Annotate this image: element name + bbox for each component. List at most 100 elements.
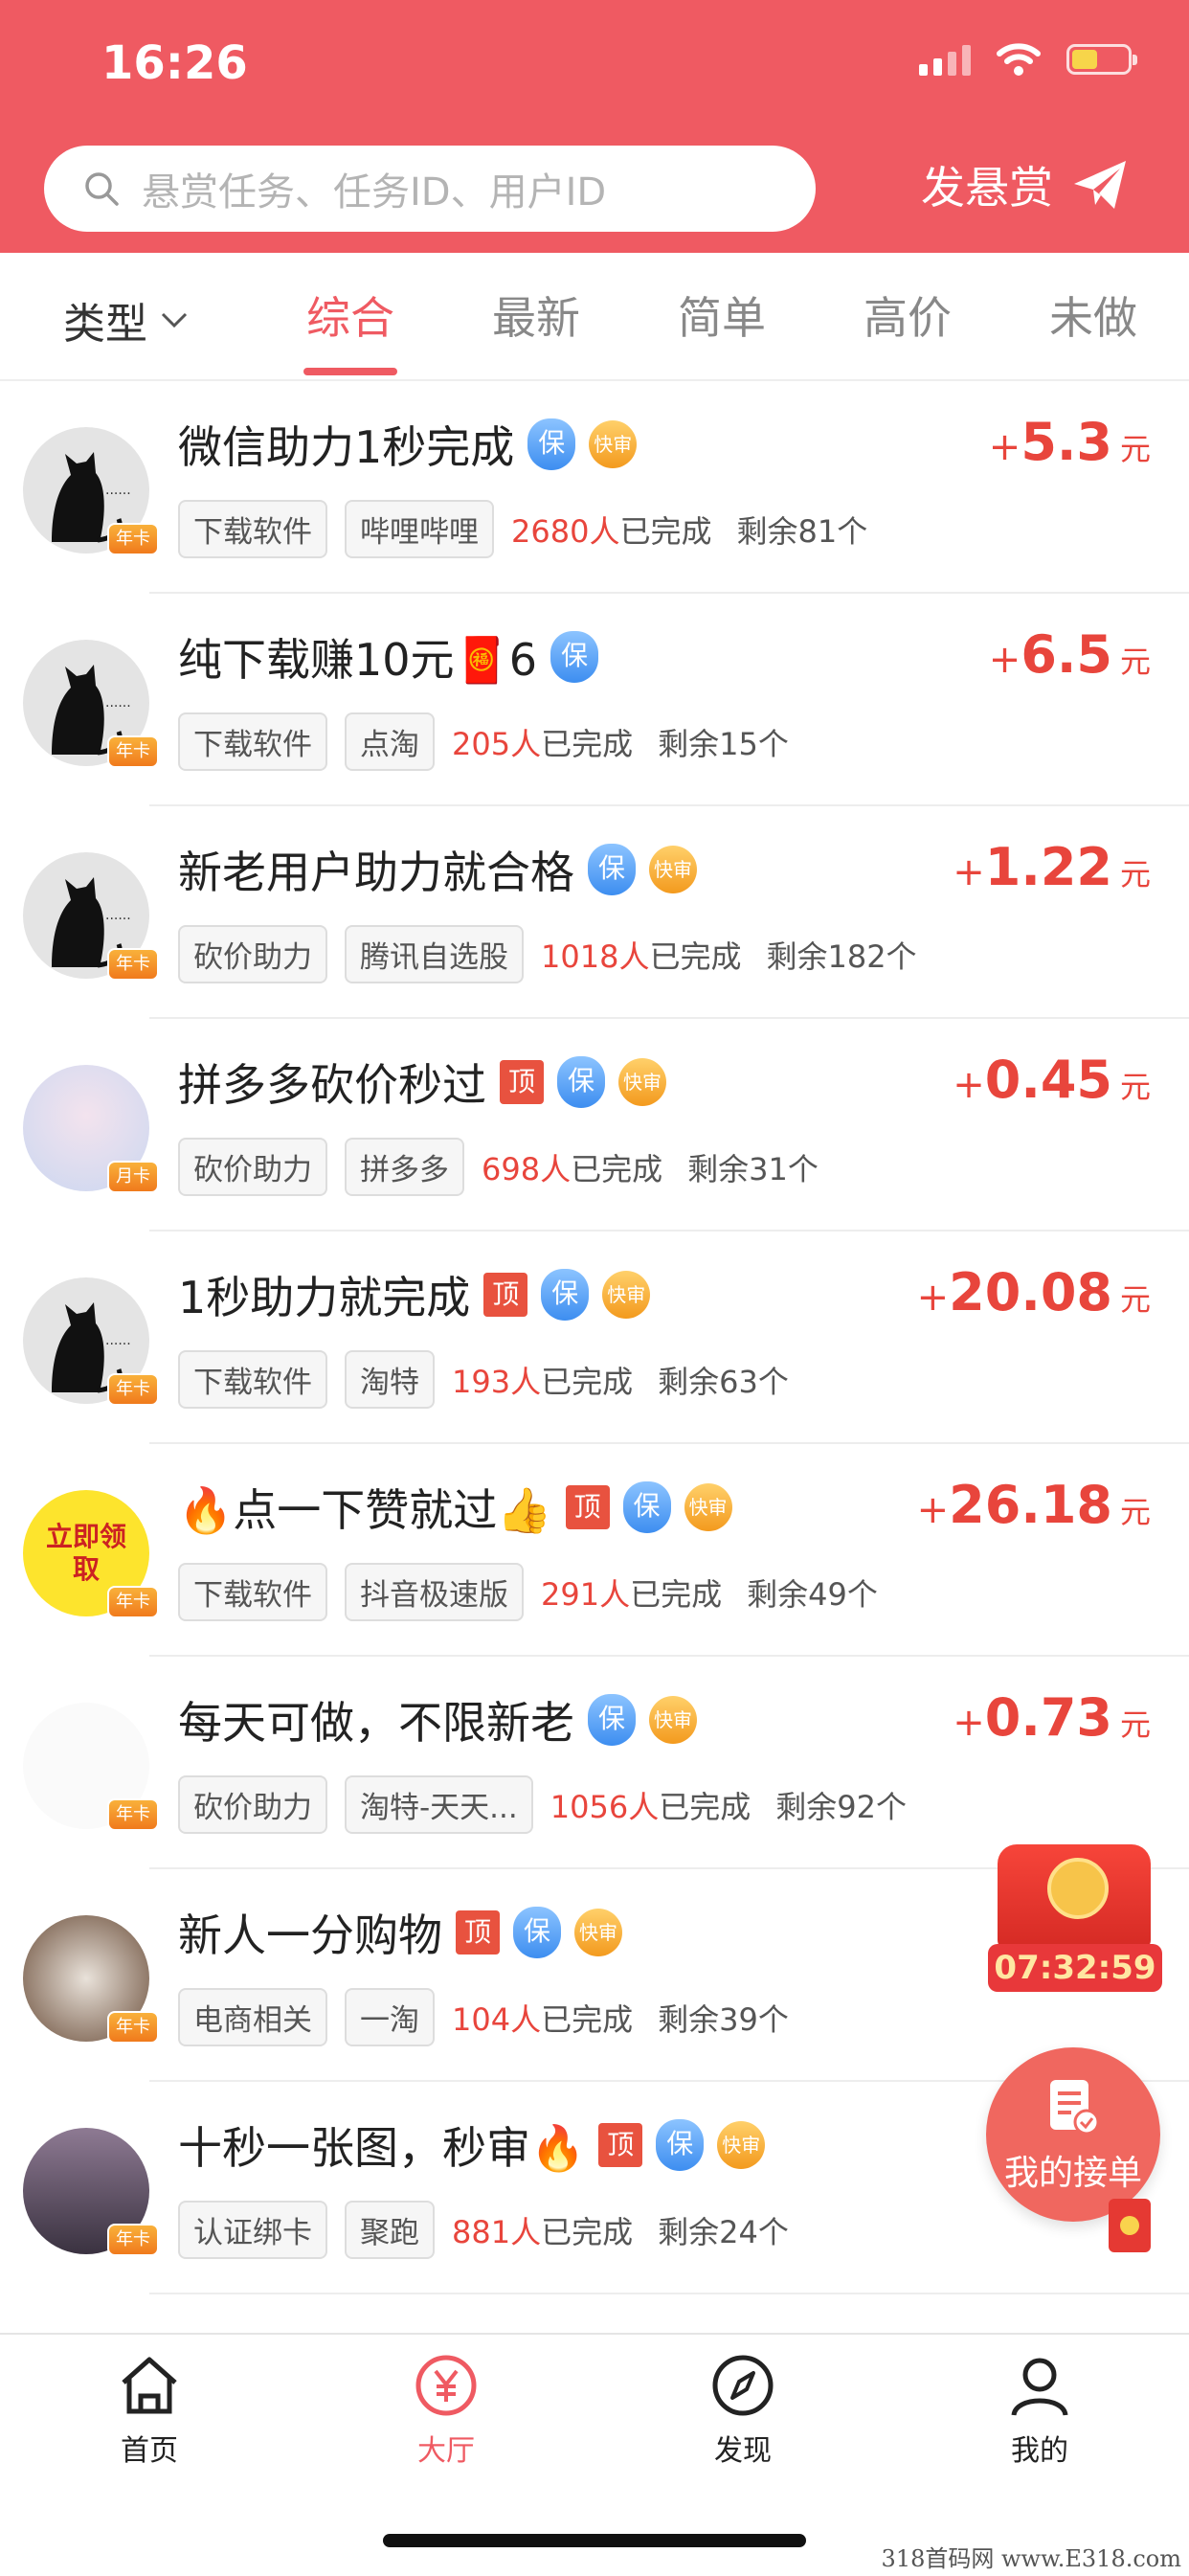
reward-unit: 元	[1119, 856, 1151, 893]
search-input[interactable]: 悬赏任务、任务ID、用户ID	[44, 146, 816, 232]
remaining-count: 剩余92个	[775, 1788, 907, 1825]
search-icon	[85, 172, 119, 206]
reward-amount: + 6.5 元	[989, 624, 1151, 685]
nav-discover[interactable]: 发现	[666, 2352, 819, 2469]
task-tag: 一淘	[345, 1988, 435, 2046]
reward-plus: +	[988, 425, 1021, 469]
completed-count: 698人	[482, 1150, 572, 1187]
top-badge: 顶	[598, 2123, 643, 2167]
task-meta: 砍价助力 腾讯自选股 1018人已完成 剩余182个	[178, 925, 917, 983]
top-badge: 顶	[500, 1060, 544, 1104]
completed-count: 205人	[452, 725, 542, 762]
completed-label: 已完成	[649, 938, 742, 975]
home-indicator	[383, 2534, 806, 2547]
task-row[interactable]: 年卡 每天可做，不限新老 保快审 砍价助力 淘特-天天... 1056人已完成 剩…	[0, 1657, 1189, 1869]
membership-badge: 年卡	[107, 1586, 159, 1618]
task-tag: 砍价助力	[178, 1775, 327, 1834]
task-tag: 点淘	[345, 712, 435, 771]
task-row[interactable]: 月卡 拼多多砍价秒过 顶保快审 砍价助力 拼多多 698人已完成 剩余31个 + …	[0, 1019, 1189, 1232]
task-row[interactable]: ...... 年卡 新老用户助力就合格 保快审 砍价助力 腾讯自选股 1018人已…	[0, 806, 1189, 1019]
membership-badge: 年卡	[107, 2011, 159, 2044]
completed-count: 2680人	[511, 512, 620, 550]
completed-label: 已完成	[571, 1150, 663, 1187]
nav-home[interactable]: 首页	[73, 2352, 226, 2469]
reward-unit: 元	[1119, 1494, 1151, 1530]
search-placeholder: 悬赏任务、任务ID、用户ID	[142, 170, 607, 215]
my-orders-button[interactable]: 我的接单	[986, 2047, 1160, 2222]
task-row[interactable]: ...... 年卡 纯下载赚10元🧧6 保 下载软件 点淘 205人已完成 剩余1…	[0, 594, 1189, 806]
tab-simple[interactable]: 简单	[645, 283, 798, 347]
membership-badge: 年卡	[107, 735, 159, 768]
tab-not-done[interactable]: 未做	[1017, 283, 1170, 347]
task-title: 拼多多砍价秒过	[178, 1059, 486, 1111]
guarantee-shield-icon: 保	[527, 418, 576, 470]
task-title-line: 新老用户助力就合格 保快审	[178, 841, 697, 898]
status-icons	[919, 42, 1137, 77]
fast-review-badge: 快审	[602, 1271, 651, 1319]
compass-icon	[712, 2355, 774, 2416]
tab-comprehensive[interactable]: 综合	[274, 283, 427, 347]
nav-mine-label: 我的	[1011, 2434, 1068, 2468]
membership-badge: 年卡	[107, 523, 159, 555]
nav-mine[interactable]: 我的	[963, 2352, 1116, 2469]
reward-value: 0.73	[984, 1687, 1112, 1748]
tab-latest[interactable]: 最新	[460, 283, 613, 347]
completed-count: 1018人	[541, 938, 650, 975]
fast-review-badge: 快审	[684, 1483, 732, 1531]
guarantee-shield-icon: 保	[557, 1056, 605, 1108]
tab-high-price[interactable]: 高价	[831, 283, 984, 347]
tab-bar: 类型 综合 最新 简单 高价 未做	[0, 253, 1189, 381]
guarantee-shield-icon: 保	[588, 844, 636, 895]
task-meta: 下载软件 哔哩哔哩 2680人已完成 剩余81个	[178, 500, 867, 558]
membership-badge: 年卡	[107, 1373, 159, 1406]
task-tag: 淘特	[345, 1350, 435, 1409]
guarantee-shield-icon: 保	[622, 1481, 671, 1533]
reward-amount: + 20.08 元	[917, 1262, 1151, 1322]
signal-icon	[919, 43, 971, 76]
task-tag: 砍价助力	[178, 925, 327, 983]
red-envelope-timer[interactable]: 07:32:59	[988, 1844, 1162, 1994]
reward-unit: 元	[1119, 1281, 1151, 1318]
reward-value: 6.5	[1021, 624, 1112, 685]
guarantee-shield-icon: 保	[656, 2119, 705, 2171]
task-row[interactable]: ...... 年卡 1秒助力就完成 顶保快审 下载软件 淘特 193人已完成 剩余…	[0, 1232, 1189, 1444]
battery-icon	[1066, 44, 1137, 75]
reward-unit: 元	[1119, 1069, 1151, 1105]
task-title: 微信助力1秒完成	[178, 421, 515, 473]
membership-badge: 月卡	[107, 1161, 159, 1193]
task-tag: 腾讯自选股	[345, 925, 524, 983]
fast-review-badge: 快审	[717, 2121, 766, 2169]
task-tag: 砍价助力	[178, 1138, 327, 1196]
reward-value: 20.08	[949, 1262, 1112, 1322]
fast-review-badge: 快审	[649, 846, 697, 893]
task-title-line: 新人一分购物 顶保快审	[178, 1904, 622, 1961]
nav-hall[interactable]: 大厅	[370, 2352, 523, 2469]
task-tag: 电商相关	[178, 1988, 327, 2046]
task-tag: 抖音极速版	[345, 1563, 524, 1621]
wifi-icon	[997, 43, 1041, 76]
task-title-line: 🔥点一下赞就过👍 顶保快审	[178, 1479, 732, 1536]
mini-red-envelope-icon[interactable]	[1109, 2199, 1151, 2252]
guarantee-shield-icon: 保	[588, 1694, 636, 1746]
task-meta: 认证绑卡 聚跑 881人已完成 剩余24个	[178, 2201, 789, 2259]
type-filter-dropdown[interactable]: 类型	[63, 289, 190, 350]
reward-amount: + 0.73 元	[953, 1687, 1151, 1748]
fast-review-badge: 快审	[618, 1058, 666, 1106]
reward-value: 1.22	[984, 837, 1112, 897]
row-divider	[149, 2293, 1189, 2294]
reward-plus: +	[953, 1063, 985, 1107]
task-meta: 砍价助力 拼多多 698人已完成 剩余31个	[178, 1138, 819, 1196]
countdown-timer: 07:32:59	[988, 1944, 1162, 1992]
membership-badge: 年卡	[107, 948, 159, 981]
completed-count: 1056人	[550, 1788, 660, 1825]
remaining-count: 剩余24个	[658, 2213, 789, 2250]
task-title-line: 纯下载赚10元🧧6 保	[178, 628, 599, 686]
task-title: 🔥点一下赞就过👍	[178, 1484, 552, 1536]
task-row[interactable]: 立即领取 年卡 🔥点一下赞就过👍 顶保快审 下载软件 抖音极速版 291人已完成 …	[0, 1444, 1189, 1657]
task-tag: 下载软件	[178, 712, 327, 771]
post-bounty-button[interactable]: 发悬赏	[921, 153, 1130, 216]
task-row[interactable]: ...... 年卡 微信助力1秒完成 保快审 下载软件 哔哩哔哩 2680人已完成…	[0, 381, 1189, 594]
completed-label: 已完成	[541, 1363, 634, 1400]
top-badge: 顶	[456, 1910, 500, 1955]
yuan-icon	[415, 2355, 477, 2416]
